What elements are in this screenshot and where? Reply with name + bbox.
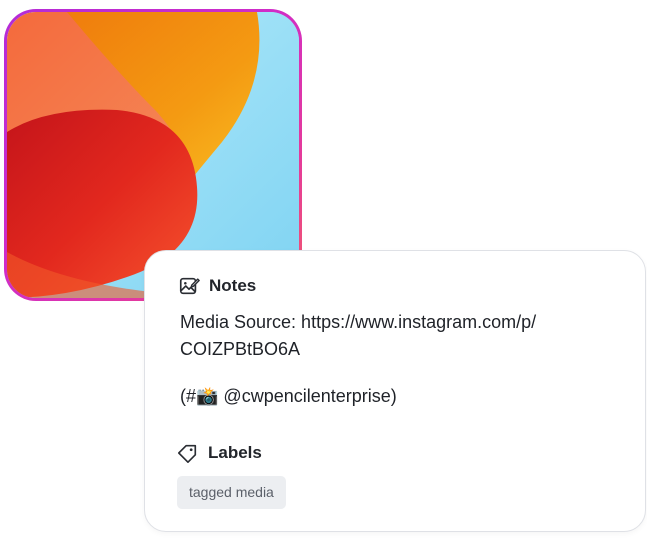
label-chip-tagged-media[interactable]: tagged media (177, 476, 286, 509)
notes-card: Notes Media Source: https://www.instagra… (144, 250, 646, 532)
labels-header: Labels (176, 442, 262, 464)
edit-image-icon (179, 277, 200, 295)
media-credit-line: (#📸 @cwpencilenterprise) (180, 386, 397, 406)
notes-title: Notes (209, 276, 257, 295)
tag-icon (177, 444, 197, 463)
media-detail-view: Notes Media Source: https://www.instagra… (0, 0, 647, 541)
media-source-line: Media Source: https://www.instagram.com/… (180, 312, 537, 332)
labels-title: Labels (208, 443, 262, 462)
notes-header: Notes (178, 275, 256, 297)
media-source-id: COIZPBtBO6A (180, 339, 301, 359)
